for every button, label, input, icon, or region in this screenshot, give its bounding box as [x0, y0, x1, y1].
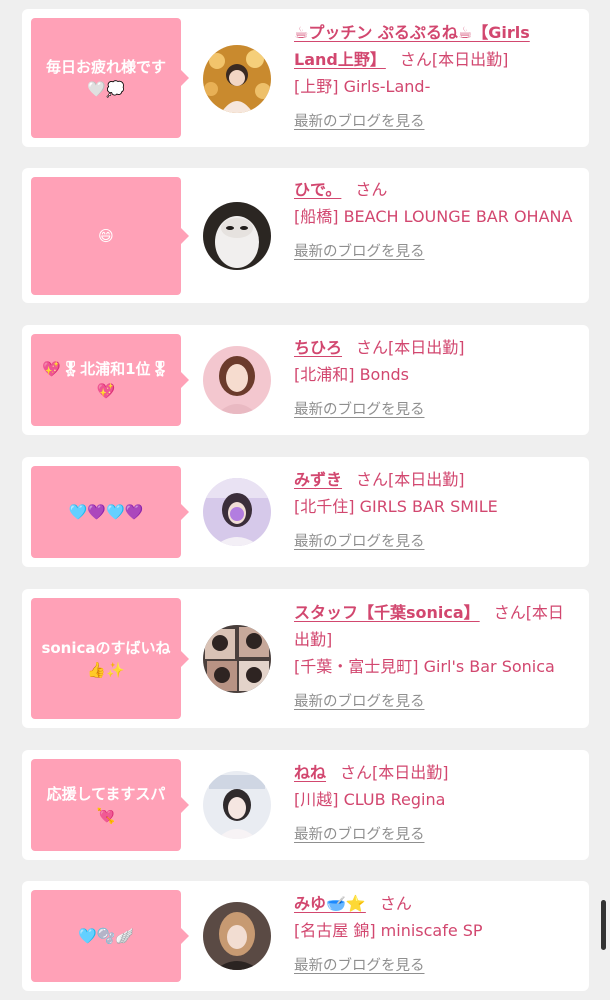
blog-link[interactable]: 最新のブログを見る: [294, 529, 579, 556]
message-bubble: sonicaのすばいね👍✨: [31, 598, 189, 719]
list-item: 😄 ひで。 さん [船橋] BEACH LOUNGE BAR OHANA 最新のブ…: [22, 168, 589, 303]
avatar-photo: [203, 346, 271, 414]
avatar-photo: [203, 45, 271, 113]
list-item: sonicaのすばいね👍✨ スタッフ【千葉sonica】 さん[本日出勤] [千葉…: [22, 589, 589, 728]
cast-name-link[interactable]: ひで。: [294, 180, 341, 199]
message-bubble: 応援してますスパ💘: [31, 759, 189, 851]
shop-text: [千葉・富士見町] Girl's Bar Sonica: [294, 657, 555, 676]
avatar-photo: [203, 478, 271, 546]
shop-text: [北浦和] Bonds: [294, 365, 409, 384]
shop-text: [上野] Girls-Land-: [294, 77, 431, 96]
blog-link[interactable]: 最新のブログを見る: [294, 822, 579, 849]
message-text: 応援してますスパ💘: [46, 785, 166, 825]
avatar[interactable]: [203, 45, 271, 113]
cast-info: ひで。 さん [船橋] BEACH LOUNGE BAR OHANA 最新のブログ…: [294, 176, 579, 266]
blog-link[interactable]: 最新のブログを見る: [294, 953, 579, 980]
status-text: さん[本日出勤]: [399, 50, 509, 69]
message-bubble: 😄: [31, 177, 189, 295]
message-bubble: 💖🎖北浦和1位🎖💖: [31, 334, 189, 426]
avatar[interactable]: [203, 346, 271, 414]
cast-name-link[interactable]: みずき: [294, 470, 342, 489]
cast-info: みずき さん[本日出勤] [北千住] GIRLS BAR SMILE 最新のブログ…: [294, 466, 579, 556]
shop-text: [川越] CLUB Regina: [294, 790, 446, 809]
list-item: 🩵🫧🪽 みゆ🥣⭐ さん [名古屋 錦] miniscafe SP 最新のブログを見…: [22, 881, 589, 991]
message-bubble: 🩵🫧🪽: [31, 890, 189, 982]
status-text: さん[本日出勤]: [356, 338, 465, 357]
status-text: さん[本日出勤]: [340, 763, 449, 782]
cast-name-link[interactable]: ねね: [294, 763, 326, 782]
message-text: sonicaのすばいね👍✨: [41, 638, 171, 679]
message-bubble: 🩵💜🩵💜: [31, 466, 189, 558]
message-list: 毎日お疲れ様です 🤍💭 ☕プッチン ぷるぷるね☕【Girls Land上野】 さん…: [0, 0, 610, 1000]
avatar[interactable]: [203, 771, 271, 839]
cast-name-link[interactable]: スタッフ【千葉sonica】: [294, 603, 480, 622]
cast-info: みゆ🥣⭐ さん [名古屋 錦] miniscafe SP 最新のブログを見る: [294, 890, 579, 980]
list-item: 🩵💜🩵💜 みずき さん[本日出勤] [北千住] GIRLS BAR SMILE 最…: [22, 457, 589, 567]
status-text: さん[本日出勤]: [356, 470, 465, 489]
blog-link[interactable]: 最新のブログを見る: [294, 109, 579, 136]
blog-link[interactable]: 最新のブログを見る: [294, 239, 579, 266]
list-item: 応援してますスパ💘 ねね さん[本日出勤] [川越] CLUB Regina 最新…: [22, 750, 589, 860]
avatar-photo: [203, 202, 271, 270]
shop-text: [名古屋 錦] miniscafe SP: [294, 921, 483, 940]
cast-info: ☕プッチン ぷるぷるね☕【Girls Land上野】 さん[本日出勤] [上野] …: [294, 19, 579, 136]
shop-text: [船橋] BEACH LOUNGE BAR OHANA: [294, 207, 573, 226]
avatar[interactable]: [203, 902, 271, 970]
message-bubble: 毎日お疲れ様です 🤍💭: [31, 18, 189, 138]
message-text: 🩵🫧🪽: [77, 927, 135, 945]
cast-info: ちひろ さん[本日出勤] [北浦和] Bonds 最新のブログを見る: [294, 334, 579, 424]
cast-name-link[interactable]: ちひろ: [294, 338, 342, 357]
blog-link[interactable]: 最新のブログを見る: [294, 397, 579, 424]
message-text: 🩵💜🩵💜: [68, 503, 144, 521]
avatar-photo: [203, 625, 271, 693]
cast-name-link[interactable]: みゆ🥣⭐: [294, 894, 366, 913]
avatar-photo: [203, 902, 271, 970]
scrollbar-thumb[interactable]: [601, 900, 606, 950]
avatar-photo: [203, 771, 271, 839]
avatar[interactable]: [203, 478, 271, 546]
avatar[interactable]: [203, 202, 271, 270]
avatar[interactable]: [203, 625, 271, 693]
list-item: 毎日お疲れ様です 🤍💭 ☕プッチン ぷるぷるね☕【Girls Land上野】 さん…: [22, 9, 589, 147]
message-text: 毎日お疲れ様です 🤍💭: [45, 58, 166, 98]
status-text: さん: [355, 180, 388, 199]
message-text: 💖🎖北浦和1位🎖💖: [42, 360, 170, 400]
shop-text: [北千住] GIRLS BAR SMILE: [294, 497, 498, 516]
cast-info: ねね さん[本日出勤] [川越] CLUB Regina 最新のブログを見る: [294, 759, 579, 849]
message-text: 😄: [98, 227, 114, 245]
cast-info: スタッフ【千葉sonica】 さん[本日出勤] [千葉・富士見町] Girl's …: [294, 599, 579, 716]
status-text: さん: [379, 894, 412, 913]
list-item: 💖🎖北浦和1位🎖💖 ちひろ さん[本日出勤] [北浦和] Bonds 最新のブログ…: [22, 325, 589, 435]
blog-link[interactable]: 最新のブログを見る: [294, 689, 579, 716]
